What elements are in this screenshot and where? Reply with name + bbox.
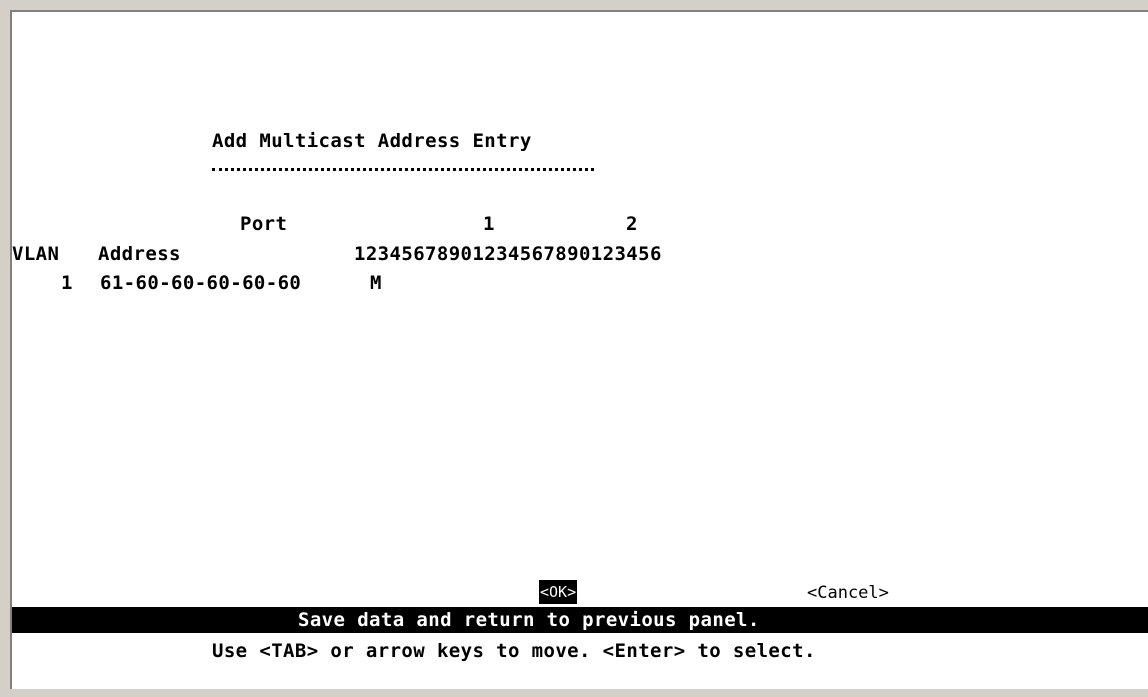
row-address-value: 61-60-60-60-60-60	[100, 272, 302, 294]
panel-title: Add Multicast Address Entry	[212, 130, 532, 152]
row-port-membership: M	[370, 272, 382, 294]
ok-button[interactable]: <OK>	[539, 580, 578, 604]
console-window: Add Multicast Address Entry Port 1 2 VLA…	[0, 0, 1148, 697]
port-column-label: Port	[240, 213, 288, 235]
terminal-screen: Add Multicast Address Entry Port 1 2 VLA…	[10, 10, 1148, 689]
port-tens-1: 1	[483, 213, 495, 235]
status-message: Save data and return to previous panel.	[298, 609, 760, 631]
vlan-column-header: VLAN	[12, 243, 60, 265]
address-column-header: Address	[98, 243, 181, 265]
port-tens-2: 2	[626, 213, 638, 235]
cancel-button[interactable]: <Cancel>	[807, 582, 889, 604]
title-underline	[212, 168, 594, 171]
port-digits-header: 12345678901234567890123456	[354, 243, 662, 265]
row-vlan-value: 1	[61, 272, 73, 294]
help-text: Use <TAB> or arrow keys to move. <Enter>…	[212, 640, 816, 662]
